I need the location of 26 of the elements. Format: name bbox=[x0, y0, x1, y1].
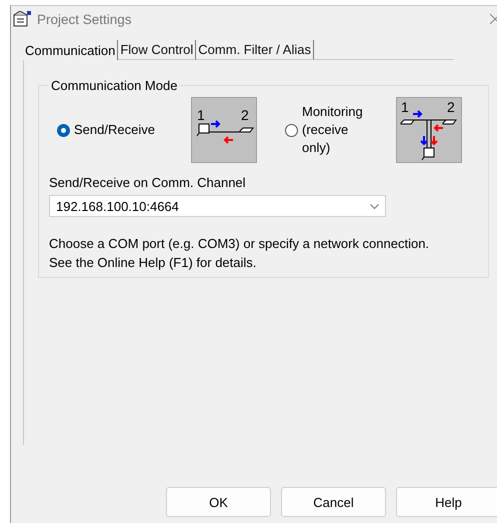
node-number: 2 bbox=[241, 107, 249, 123]
field-label: Send/Receive on Comm. Channel bbox=[49, 175, 247, 190]
chevron-down-icon bbox=[370, 204, 379, 208]
dropdown-value: 192.168.100.10:4664 bbox=[56, 198, 179, 214]
settings-sheet-icon bbox=[13, 11, 31, 27]
dialog-button[interactable]: Cancel bbox=[281, 487, 386, 517]
tab[interactable]: Communication bbox=[23, 40, 118, 60]
tab[interactable]: Comm. Filter / Alias bbox=[196, 40, 314, 60]
node-number: 2 bbox=[447, 99, 455, 115]
radio-button[interactable] bbox=[57, 124, 70, 136]
dialog-button[interactable]: OK bbox=[166, 487, 271, 517]
help-text: See the Online Help (F1) for details. bbox=[49, 254, 258, 272]
radio-label: Send/Receive bbox=[74, 121, 156, 139]
radio-button[interactable] bbox=[285, 124, 298, 136]
dialog-button[interactable]: Help bbox=[396, 487, 497, 517]
channel-dropdown[interactable]: 192.168.100.10:4664 bbox=[49, 195, 386, 217]
connection-drawing bbox=[400, 110, 457, 160]
group-title: Communication Mode bbox=[50, 78, 178, 93]
window-title: Project Settings bbox=[37, 12, 133, 26]
node-number: 1 bbox=[401, 99, 409, 115]
help-text: Choose a COM port (e.g. COM3) or specify a network connection. bbox=[49, 235, 430, 253]
node-number: 1 bbox=[197, 107, 205, 123]
connection-drawing bbox=[196, 120, 254, 144]
close-icon[interactable] bbox=[489, 13, 497, 25]
tab[interactable]: Flow Control bbox=[118, 40, 196, 60]
radio-label: Monitoring (receive only) bbox=[302, 103, 364, 157]
